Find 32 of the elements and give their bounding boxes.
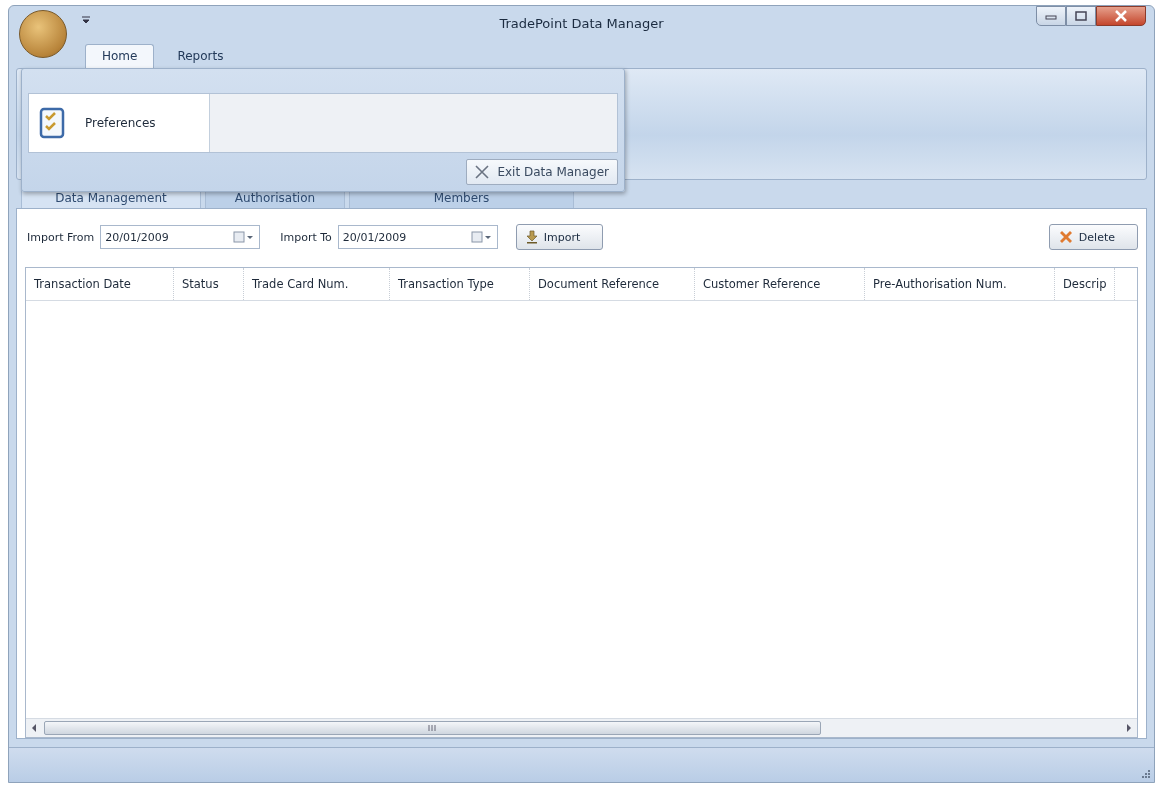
exit-button[interactable]: Exit Data Manager [466,159,618,185]
import-from-label: Import From [27,230,95,244]
resize-grip-icon[interactable] [1140,768,1150,778]
calendar-dropdown-icon[interactable] [470,231,493,243]
column-header[interactable]: Document Reference [530,268,695,300]
date-field[interactable]: 20/01/2009 [100,225,261,249]
app-orb[interactable] [19,10,67,58]
import-button[interactable]: Import [515,224,604,250]
checklist-icon [39,107,65,139]
import-icon [524,230,539,244]
close-icon [475,165,490,179]
maximize-icon [1075,11,1087,21]
maximize-button[interactable] [1066,6,1096,26]
close-button[interactable] [1096,6,1146,26]
scrollbar-thumb[interactable] [44,721,821,735]
delete-button[interactable]: Delete [1048,224,1138,250]
ribbon-tab[interactable]: Reports [160,44,241,68]
import-to-label: Import To [280,230,332,244]
column-header[interactable]: Customer Reference [695,268,865,300]
column-header[interactable]: Trade Card Num. [244,268,390,300]
minimize-button[interactable] [1036,6,1066,26]
column-header[interactable]: Pre-Authorisation Num. [865,268,1055,300]
column-header[interactable]: Status [174,268,244,300]
minimize-icon [1045,12,1057,20]
ribbon-tab[interactable]: Home [85,44,155,68]
close-icon [1114,10,1128,22]
column-header[interactable]: Transaction Type [390,268,530,300]
calendar-dropdown-icon[interactable] [233,231,256,243]
column-header[interactable]: Transaction Date [26,268,174,300]
window-title: TradePoint Data Manager [499,15,664,31]
column-header[interactable]: Descrip [1055,268,1115,300]
date-field[interactable]: 20/01/2009 [337,225,498,249]
